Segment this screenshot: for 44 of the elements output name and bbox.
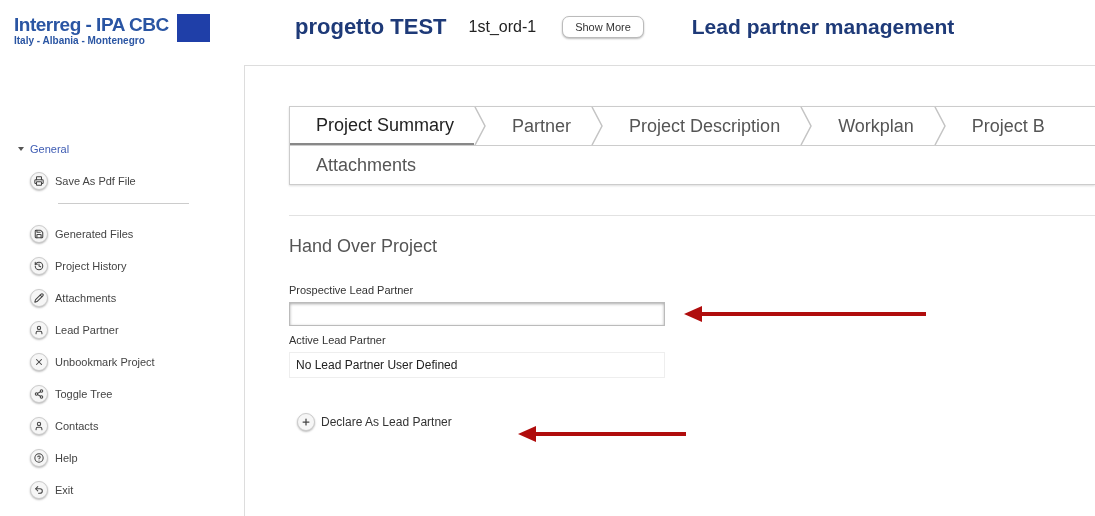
undo-icon (30, 481, 48, 499)
arrow-icon (684, 305, 928, 323)
sidebar-item[interactable]: Lead Partner (0, 314, 244, 346)
show-more-button[interactable]: Show More (562, 16, 644, 38)
field-label: Prospective Lead Partner (289, 284, 415, 296)
page-title: Lead partner management (691, 15, 955, 39)
sidebar-item[interactable]: Help (0, 442, 244, 474)
caret-icon[interactable] (18, 147, 24, 151)
history-icon (30, 257, 48, 275)
declare-button[interactable]: Declare As Lead Partner (289, 413, 452, 431)
sidebar-item[interactable]: Unbookmark Project (0, 346, 244, 378)
field-label: Active Lead Partner (289, 334, 387, 346)
printer-icon (30, 172, 48, 190)
tab[interactable]: Project Description (603, 107, 801, 145)
arrow-icon (518, 425, 688, 443)
project-code: 1st_ord-1 (468, 18, 537, 36)
flag-icon (176, 14, 210, 42)
input-field[interactable] (289, 302, 665, 326)
sidebar-item[interactable]: Project History (0, 250, 244, 282)
form-title: Hand Over Project (289, 236, 439, 257)
plus-icon (297, 413, 315, 431)
sidebar-item[interactable]: Toggle Tree (0, 378, 244, 410)
help-icon (30, 449, 48, 467)
user-icon (30, 417, 48, 435)
sidebar-item[interactable]: Exit (0, 474, 244, 506)
sidebar-item[interactable]: Contacts (0, 410, 244, 442)
project-name: progetto TEST (295, 14, 447, 40)
pencil-icon (30, 289, 48, 307)
tab[interactable]: Project Summary (290, 107, 475, 145)
user-icon (30, 321, 48, 339)
close-icon (30, 353, 48, 371)
value-field: No Lead Partner User Defined (289, 352, 665, 378)
sidebar-item[interactable]: Generated Files (0, 218, 244, 250)
section-label[interactable]: General (30, 143, 70, 155)
sidebar-item[interactable]: Save As Pdf File (0, 165, 244, 197)
save-icon (30, 225, 48, 243)
tab[interactable]: Partner (486, 107, 592, 145)
tab[interactable]: Attachments (290, 146, 437, 184)
logo-title: Interreg - IPA CBC (14, 14, 169, 35)
logo-subtitle: Italy - Albania - Montenegro (14, 35, 146, 46)
sidebar-item[interactable]: Attachments (0, 282, 244, 314)
tab[interactable]: Project B (945, 107, 1065, 145)
share-icon (30, 385, 48, 403)
tab[interactable]: Workplan (812, 107, 934, 145)
